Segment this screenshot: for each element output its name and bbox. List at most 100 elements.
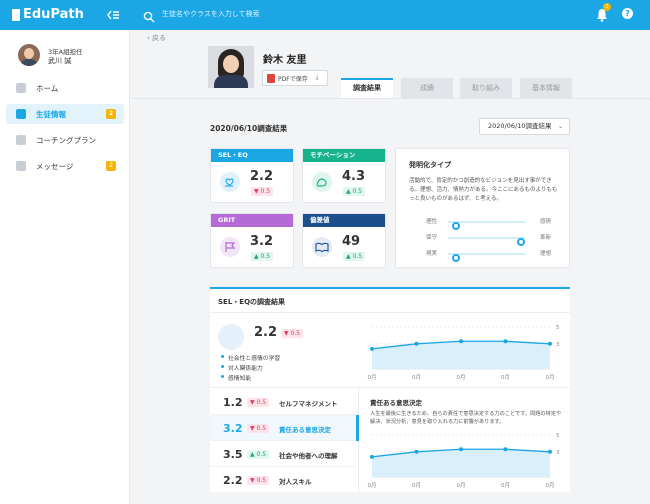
- data-point: [459, 447, 463, 452]
- sub-item-self-management[interactable]: 1.2 ▼ 0.5 セルフマネジメント: [210, 389, 356, 415]
- x-tick-label: 0月: [501, 374, 510, 381]
- sub-item-value: 3.2: [223, 422, 243, 435]
- search-icon[interactable]: [143, 8, 155, 23]
- tab-grades[interactable]: 成績: [401, 78, 453, 98]
- pdf-icon: [267, 73, 275, 83]
- sidebar-item-students[interactable]: 生徒情報 2: [6, 104, 124, 124]
- y-tick-label: 3: [556, 342, 560, 348]
- sub-item-relationship-skills[interactable]: 2.2 ▼ 0.5 対人スキル: [210, 467, 356, 493]
- sub-item-delta: ▼ 0.5: [247, 424, 270, 433]
- slider-knob: [451, 222, 460, 230]
- sub-item-value: 1.2: [223, 396, 243, 409]
- sidebar: [0, 30, 130, 504]
- message-icon: [16, 161, 26, 171]
- book-icon: [312, 237, 332, 257]
- sub-item-responsible-decision[interactable]: 3.2 ▼ 0.5 責任ある意思決定: [210, 415, 356, 441]
- metric-card-grit[interactable]: GRIT 3.2 ▲ 0.5: [210, 213, 294, 268]
- sel-trend-chart: 5 3 0月 0月 0月 0月 0月: [368, 325, 561, 381]
- student-photo: [208, 46, 254, 88]
- metric-delta: ▼ 0.5: [251, 187, 274, 196]
- detail-description: 人生を最後に生きるため、自らの責任で意思決定する力のことです。問題の特定や解決、…: [370, 411, 562, 425]
- x-tick-label: 0月: [412, 482, 421, 489]
- data-point: [414, 341, 419, 346]
- data-point: [503, 447, 508, 452]
- sub-item-name: セルフマネジメント: [279, 400, 338, 408]
- chevron-down-icon: ⌄: [557, 123, 563, 130]
- x-tick-label: 0月: [368, 374, 377, 381]
- date-select[interactable]: 2020/06/10調査結果 ⌄: [479, 118, 570, 135]
- data-point: [414, 449, 419, 454]
- tab-basic-info[interactable]: 基本情報: [520, 78, 572, 98]
- metric-value: 49: [342, 234, 361, 249]
- notification-badge: 3: [603, 3, 611, 11]
- sub-item-name: 社会や他者への理解: [279, 452, 338, 460]
- trait-right: 理想: [539, 251, 551, 257]
- slider-knob: [517, 238, 526, 246]
- type-title: 発明化タイプ: [409, 161, 451, 169]
- logo-icon: [12, 8, 20, 21]
- data-point: [548, 449, 552, 454]
- brain-icon: [218, 324, 244, 350]
- metric-title: 偏差値: [303, 214, 385, 227]
- sub-item-delta: ▼ 0.5: [247, 476, 270, 485]
- bullet-item: 対人関係能力: [221, 363, 263, 372]
- detail-trend-chart: 5 3 0月 0月 0月 0月 0月: [368, 433, 561, 489]
- data-point: [370, 454, 374, 459]
- sidebar-item-home[interactable]: ホーム: [6, 78, 124, 98]
- save-pdf-button[interactable]: PDFで保存 ⤓: [262, 70, 328, 86]
- tab-survey[interactable]: 調査結果: [341, 78, 393, 98]
- search-input[interactable]: 生徒名やクラスを入力して検索: [162, 9, 260, 19]
- flag-icon: [220, 237, 240, 257]
- help-icon[interactable]: ?: [622, 8, 633, 19]
- logo-text: EduPath: [23, 7, 84, 22]
- selected-indicator: [356, 415, 359, 441]
- metric-title: モチベーション: [303, 149, 385, 162]
- sub-item-delta: ▼ 0.5: [247, 398, 270, 407]
- bullet-item: 感情知能: [220, 373, 251, 382]
- trait-left: 理性: [426, 219, 438, 225]
- trait-slider: 現実 理想: [426, 249, 551, 262]
- student-name: 鈴木 友里: [263, 55, 307, 66]
- metric-value: 4.3: [342, 169, 366, 184]
- metric-value: 3.2: [250, 234, 274, 249]
- x-tick-label: 0月: [546, 482, 555, 489]
- collapse-sidebar-icon[interactable]: [106, 8, 120, 22]
- date-select-value: 2020/06/10調査結果: [488, 122, 552, 130]
- user-role: 3年A組担任: [48, 48, 83, 56]
- detail-title: 責任ある意思決定: [370, 399, 422, 407]
- sel-delta: ▼ 0.5: [281, 329, 304, 338]
- sidebar-item-label: メッセージ: [36, 161, 74, 171]
- count-badge: 2: [106, 161, 116, 171]
- x-tick-label: 0月: [546, 374, 555, 381]
- sidebar-item-messages[interactable]: メッセージ 2: [6, 156, 124, 176]
- type-description: 活動的で、肯定的かつ創造的なビジョンを見出す事ができる。理想、活力、情熱力がある…: [409, 178, 558, 202]
- count-badge: 2: [106, 109, 116, 119]
- data-point: [548, 341, 552, 346]
- sidebar-item-label: コーチングプラン: [36, 135, 96, 145]
- avatar[interactable]: [18, 44, 40, 66]
- trait-slider: 理性 感情: [426, 217, 551, 230]
- x-tick-label: 0月: [501, 482, 510, 489]
- metric-title: SEL・EQ: [211, 149, 293, 162]
- sub-item-value: 3.5: [223, 448, 243, 461]
- sel-value: 2.2: [254, 325, 278, 340]
- slider-knob: [451, 254, 460, 262]
- heart-hand-icon: [220, 172, 240, 192]
- metric-card-motivation[interactable]: モチベーション 4.3 ▲ 0.5: [302, 148, 386, 203]
- tab-activities[interactable]: 取り組み: [460, 78, 512, 98]
- app-logo[interactable]: EduPath: [12, 7, 84, 22]
- metric-card-deviation[interactable]: 偏差値 49 ▲ 0.5: [302, 213, 386, 268]
- download-icon: ⤓: [315, 74, 319, 81]
- personality-type-card: 発明化タイプ 活動的で、肯定的かつ創造的なビジョンを見出す事ができる。理想、活力…: [395, 148, 570, 268]
- metric-delta: ▲ 0.5: [343, 187, 366, 196]
- header-divider: [131, 98, 650, 99]
- back-link[interactable]: ‹ 戻る: [147, 33, 166, 43]
- sub-item-name: 対人スキル: [279, 478, 312, 486]
- metric-card-sel[interactable]: SEL・EQ 2.2 ▼ 0.5: [210, 148, 294, 203]
- sidebar-item-coaching[interactable]: コーチングプラン: [6, 130, 124, 150]
- top-bar: [0, 0, 650, 30]
- sub-item-social-awareness[interactable]: 3.5 ▲ 0.5 社会や他者への理解: [210, 441, 356, 467]
- y-tick-label: 5: [556, 325, 560, 331]
- home-icon: [16, 83, 26, 93]
- data-point: [503, 339, 508, 344]
